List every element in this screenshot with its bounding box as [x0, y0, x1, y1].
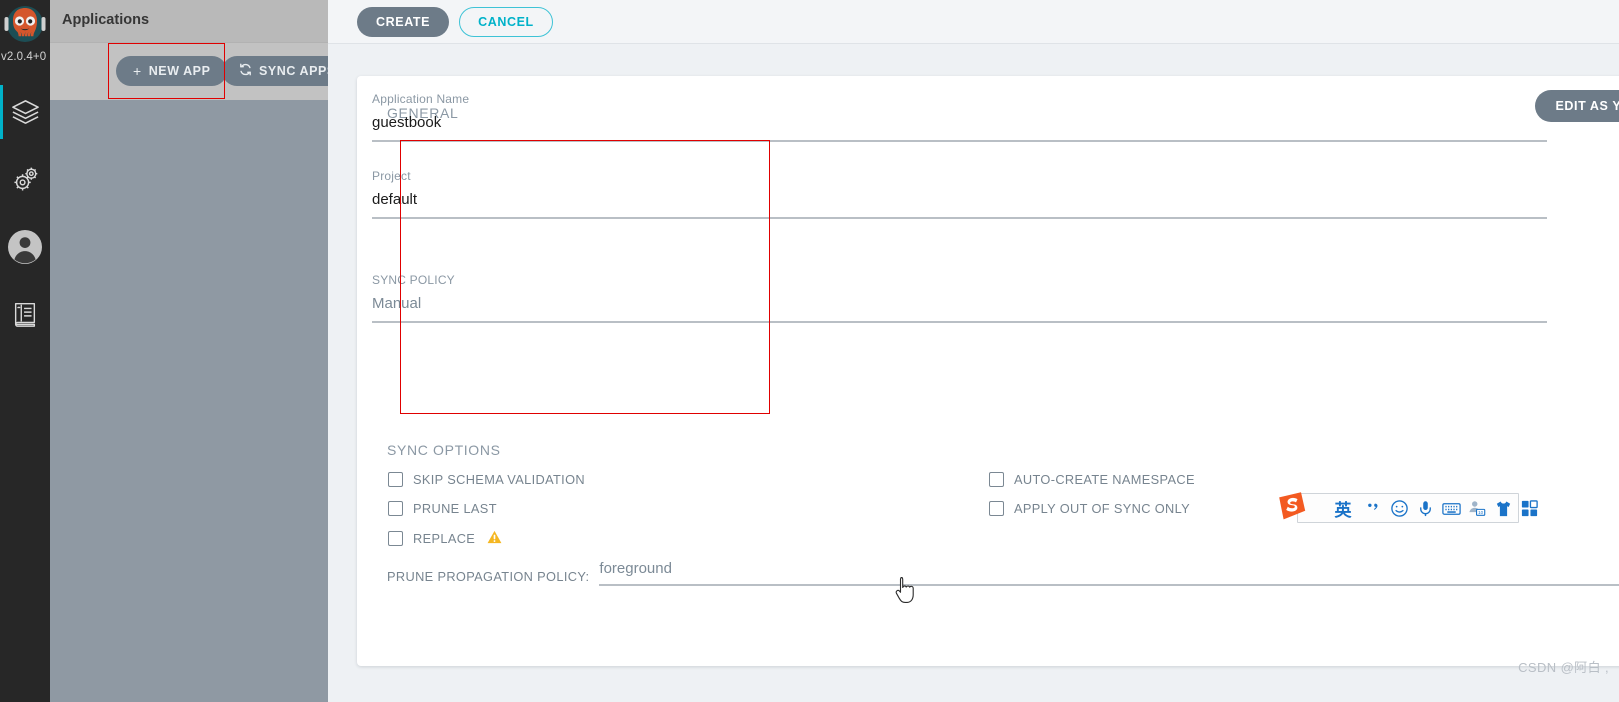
- sync-apps-label: SYNC APPS: [259, 64, 336, 78]
- sidebar-item-applications[interactable]: [0, 79, 50, 146]
- left-nav-rail: v2.0.4+0: [0, 0, 50, 702]
- sidebar-item-documentation[interactable]: [0, 280, 50, 347]
- sogou-logo-icon[interactable]: [1275, 489, 1309, 523]
- checkbox-label: APPLY OUT OF SYNC ONLY: [1014, 501, 1191, 516]
- page-title: Applications: [62, 12, 150, 28]
- refresh-icon: [239, 63, 252, 79]
- checkbox-box-icon[interactable]: [388, 501, 403, 516]
- punctuation-icon[interactable]: [1360, 495, 1386, 521]
- checkbox-label: AUTO-CREATE NAMESPACE: [1014, 472, 1195, 487]
- argocd-logo: [3, 4, 47, 50]
- book-icon: [11, 300, 39, 328]
- application-name-value[interactable]: guestbook: [372, 114, 1547, 142]
- application-form-card: EDIT AS YAML GENERAL Application Name gu…: [357, 76, 1619, 666]
- account-icon[interactable]: 10: [1464, 495, 1490, 521]
- checkbox-skip-schema-validation[interactable]: SKIP SCHEMA VALIDATION: [388, 472, 585, 487]
- checkbox-prune-last[interactable]: PRUNE LAST: [388, 501, 497, 516]
- ime-mode-label[interactable]: 英: [1326, 496, 1360, 521]
- project-field[interactable]: Project default: [372, 169, 1547, 219]
- prune-propagation-policy-label: PRUNE PROPAGATION POLICY:: [387, 569, 590, 584]
- checkbox-auto-create-namespace[interactable]: AUTO-CREATE NAMESPACE: [989, 472, 1195, 487]
- checkbox-replace[interactable]: REPLACE: [388, 530, 502, 546]
- project-label: Project: [372, 169, 411, 183]
- create-button[interactable]: CREATE: [357, 6, 450, 37]
- svg-text:10: 10: [1478, 510, 1484, 515]
- keyboard-icon[interactable]: [1438, 495, 1464, 521]
- applications-list-body: [50, 100, 328, 702]
- sync-options-heading: SYNC OPTIONS: [387, 442, 501, 458]
- sidebar-item-settings[interactable]: [0, 146, 50, 213]
- prune-propagation-policy-field[interactable]: PRUNE PROPAGATION POLICY: foreground: [387, 560, 1619, 586]
- cancel-button[interactable]: CANCEL: [459, 6, 553, 37]
- ime-toolbar[interactable]: 英 10: [1297, 493, 1538, 523]
- version-label: v2.0.4+0: [1, 51, 47, 63]
- sidebar-item-user[interactable]: [0, 213, 50, 280]
- app-root: v2.0.4+0 Applications + NEW APP SYNC APP…: [0, 0, 1619, 702]
- checkbox-box-icon[interactable]: [388, 530, 403, 546]
- prune-propagation-policy-value[interactable]: foreground: [599, 560, 1619, 586]
- project-value[interactable]: default: [372, 191, 1547, 219]
- application-name-field[interactable]: Application Name guestbook: [372, 92, 1547, 142]
- plus-icon: +: [133, 63, 142, 79]
- add-app-label: NEW APP: [148, 64, 211, 78]
- sync-policy-field[interactable]: SYNC POLICY Manual: [372, 273, 1547, 323]
- watermark-text: CSDN @阿白 ,: [1518, 660, 1609, 675]
- application-name-label: Application Name: [372, 92, 470, 106]
- checkbox-box-icon[interactable]: [989, 501, 1004, 516]
- layers-icon: [10, 97, 41, 128]
- sync-policy-label: SYNC POLICY: [372, 273, 455, 287]
- checkbox-box-icon[interactable]: [989, 472, 1004, 487]
- checkbox-box-icon[interactable]: [388, 472, 403, 487]
- skin-icon[interactable]: [1490, 495, 1516, 521]
- edit-as-yaml-button[interactable]: EDIT AS YAML: [1535, 90, 1619, 122]
- add-app-button[interactable]: + NEW APP: [116, 56, 228, 86]
- gears-icon: [10, 164, 41, 195]
- checkbox-label: REPLACE: [413, 530, 476, 546]
- create-application-panel: CREATE CANCEL EDIT AS YAML GENERAL Appli…: [328, 0, 1619, 702]
- sync-policy-value[interactable]: Manual: [372, 295, 1547, 323]
- emoji-icon[interactable]: [1386, 495, 1412, 521]
- checkbox-apply-out-of-sync-only[interactable]: APPLY OUT OF SYNC ONLY: [989, 501, 1190, 516]
- applications-pane: Applications + NEW APP SYNC APPS: [50, 0, 353, 702]
- warning-triangle-icon: [487, 530, 502, 546]
- checkbox-label: SKIP SCHEMA VALIDATION: [413, 472, 585, 487]
- menu-grid-icon[interactable]: [1516, 495, 1542, 521]
- rail-item-list: [0, 79, 50, 347]
- microphone-icon[interactable]: [1412, 495, 1438, 521]
- checkbox-label: PRUNE LAST: [413, 501, 497, 516]
- user-avatar-icon: [6, 228, 44, 266]
- form-actions-toolbar: CREATE CANCEL: [328, 0, 1619, 44]
